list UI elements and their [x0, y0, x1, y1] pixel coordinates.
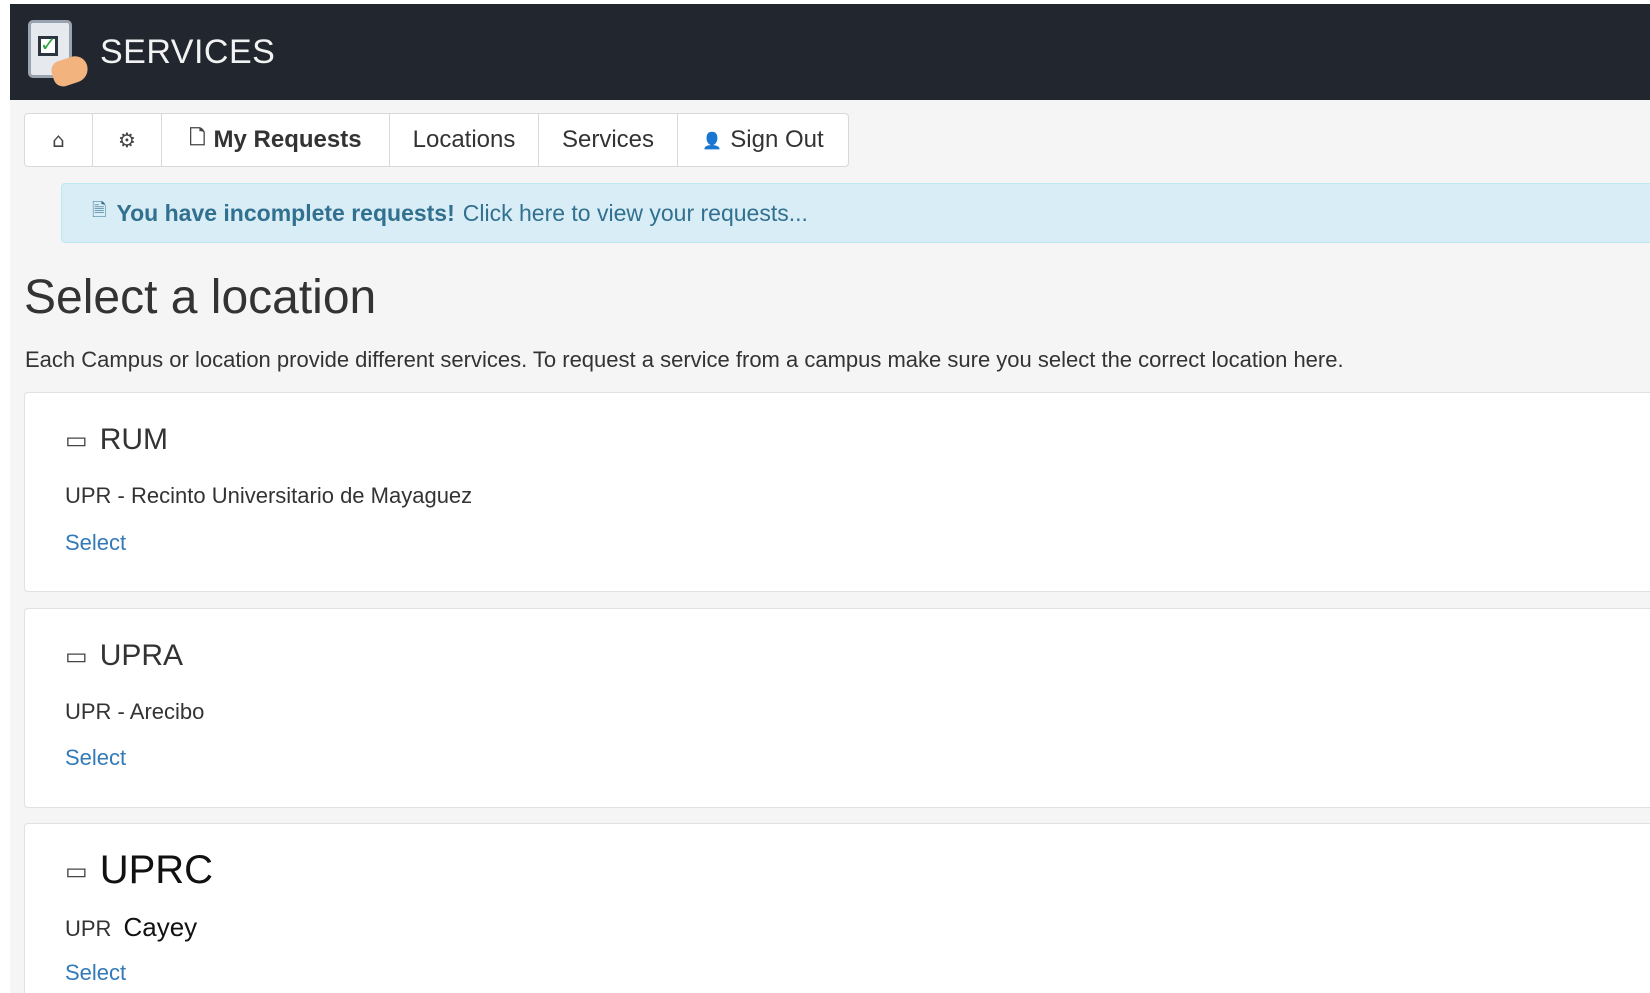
gear-icon: ⚙ — [118, 128, 136, 152]
page-description: Each Campus or location provide differen… — [25, 347, 1344, 372]
location-card-uprc: ▭ UPRC UPR Cayey Select — [24, 823, 1650, 993]
location-card-header: ▭ RUM — [65, 423, 168, 457]
location-card-header: ▭ UPRC — [65, 848, 213, 893]
archive-icon: ▭ — [65, 426, 88, 454]
nav-bar: ⌂ ⚙ 🗋 My Requests Locations Services 👤 S… — [24, 113, 849, 167]
nav-home[interactable]: ⌂ — [25, 114, 93, 166]
location-code: RUM — [99, 423, 169, 456]
page: ✓ SERVICES ⌂ ⚙ 🗋 My Requests Locations S… — [0, 0, 1650, 993]
select-link[interactable]: Select — [65, 530, 126, 556]
app-title[interactable]: SERVICES — [100, 33, 275, 72]
nav-services[interactable]: Services — [539, 114, 678, 166]
location-card-rum: ▭ RUM UPR - Recinto Universitario de May… — [24, 392, 1650, 592]
document-icon: 🗎 — [92, 200, 107, 221]
nav-locations-label: Locations — [412, 126, 516, 153]
nav-sign-out-label: Sign Out — [730, 126, 824, 153]
home-icon: ⌂ — [52, 128, 65, 152]
alert-strong-text: You have incomplete requests! — [116, 199, 455, 226]
location-name: UPR - Recinto Universitario de Mayaguez — [65, 483, 473, 508]
clipboard-hand-icon[interactable]: ✓ — [26, 18, 92, 89]
archive-icon: ▭ — [65, 642, 88, 670]
select-link[interactable]: Select — [65, 745, 126, 771]
user-icon: 👤 — [702, 130, 723, 150]
location-code: UPRA — [99, 639, 184, 672]
page-margin — [0, 0, 10, 993]
location-card-upra: ▭ UPRA UPR - Arecibo Select — [24, 608, 1650, 808]
location-code: UPRC — [99, 848, 214, 892]
nav-my-requests-label: My Requests — [213, 126, 362, 153]
archive-icon: ▭ — [65, 856, 88, 885]
select-link[interactable]: Select — [65, 960, 126, 986]
alert-link-text[interactable]: Click here to view your requests... — [463, 200, 808, 227]
nav-locations[interactable]: Locations — [390, 114, 539, 166]
location-name: UPR Cayey — [65, 912, 197, 943]
page-title: Select a location — [24, 271, 377, 324]
incomplete-requests-alert[interactable]: 🗎 You have incomplete requests! Click he… — [61, 183, 1650, 243]
nav-my-requests[interactable]: 🗋 My Requests — [162, 114, 390, 166]
file-icon: 🗋 — [189, 125, 206, 149]
location-name-prefix: UPR — [65, 916, 112, 941]
location-card-header: ▭ UPRA — [65, 639, 183, 673]
nav-settings[interactable]: ⚙ — [93, 114, 162, 166]
location-name-suffix: Cayey — [123, 912, 198, 942]
app-header: ✓ SERVICES — [10, 4, 1650, 100]
location-name: UPR - Arecibo — [65, 699, 205, 724]
nav-services-label: Services — [561, 126, 655, 153]
nav-sign-out[interactable]: 👤 Sign Out — [678, 114, 848, 166]
